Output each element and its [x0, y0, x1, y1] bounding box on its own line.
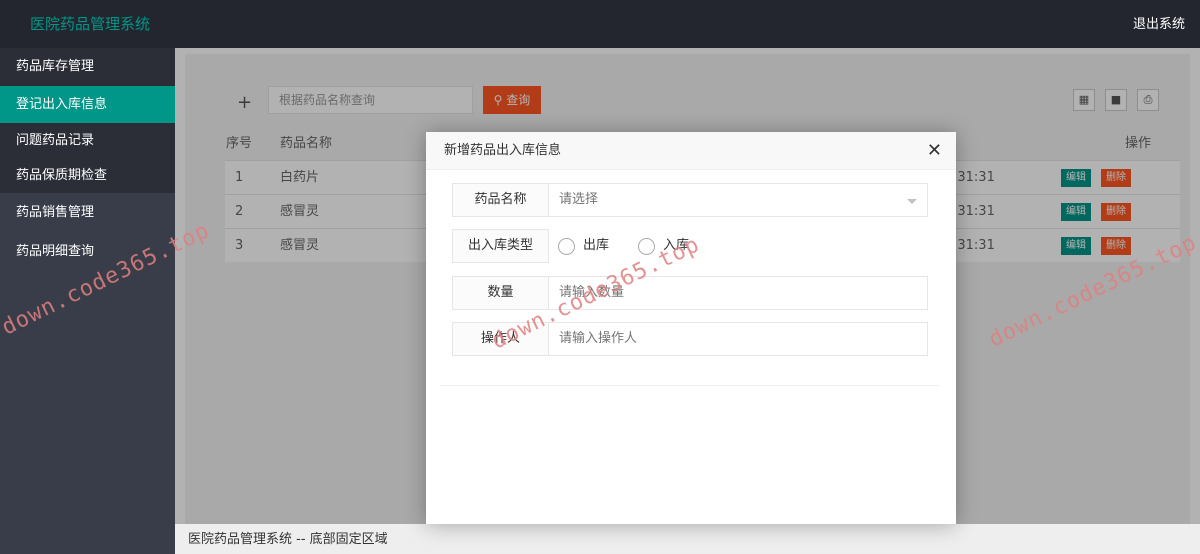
- chevron-down-icon: [907, 199, 917, 204]
- logout-link[interactable]: 退出系统: [1133, 13, 1185, 32]
- sidebar-item-stock-register[interactable]: 登记出入库信息: [0, 86, 175, 123]
- operator-input[interactable]: 请输入操作人: [548, 322, 928, 356]
- app-title: 医院药品管理系统: [30, 15, 151, 33]
- sidebar-item-expiry-check[interactable]: 药品保质期检查: [0, 158, 175, 193]
- quantity-label: 数量: [452, 276, 549, 310]
- radio-out[interactable]: [558, 238, 575, 255]
- drug-name-select[interactable]: 请选择: [548, 183, 928, 217]
- footer: 医院药品管理系统 -- 底部固定区域: [175, 524, 1200, 554]
- type-label: 出入库类型: [452, 229, 549, 263]
- sidebar-item-sales[interactable]: 药品销售管理: [0, 193, 175, 232]
- dialog-title: 新增药品出入库信息: [426, 132, 956, 170]
- sidebar-item-problem-drugs[interactable]: 问题药品记录: [0, 123, 175, 158]
- top-header: 医院药品管理系统 退出系统: [0, 0, 1200, 48]
- sidebar-submenu: 药品库存管理 登记出入库信息 问题药品记录 药品保质期检查: [0, 48, 175, 193]
- drug-name-label: 药品名称: [452, 183, 549, 217]
- sidebar-item-inventory[interactable]: 药品库存管理: [0, 48, 175, 86]
- drug-name-row: 药品名称 请选择: [452, 183, 928, 217]
- drug-name-placeholder: 请选择: [559, 192, 599, 207]
- close-icon[interactable]: ✕: [927, 141, 942, 161]
- quantity-row: 数量 请输入数量: [452, 276, 928, 310]
- stock-form: 药品名称 请选择 出入库类型 出库 入库 数量 请输入数量 操作人 请输入操作人: [440, 170, 940, 386]
- radio-out-label[interactable]: 出库: [583, 229, 609, 263]
